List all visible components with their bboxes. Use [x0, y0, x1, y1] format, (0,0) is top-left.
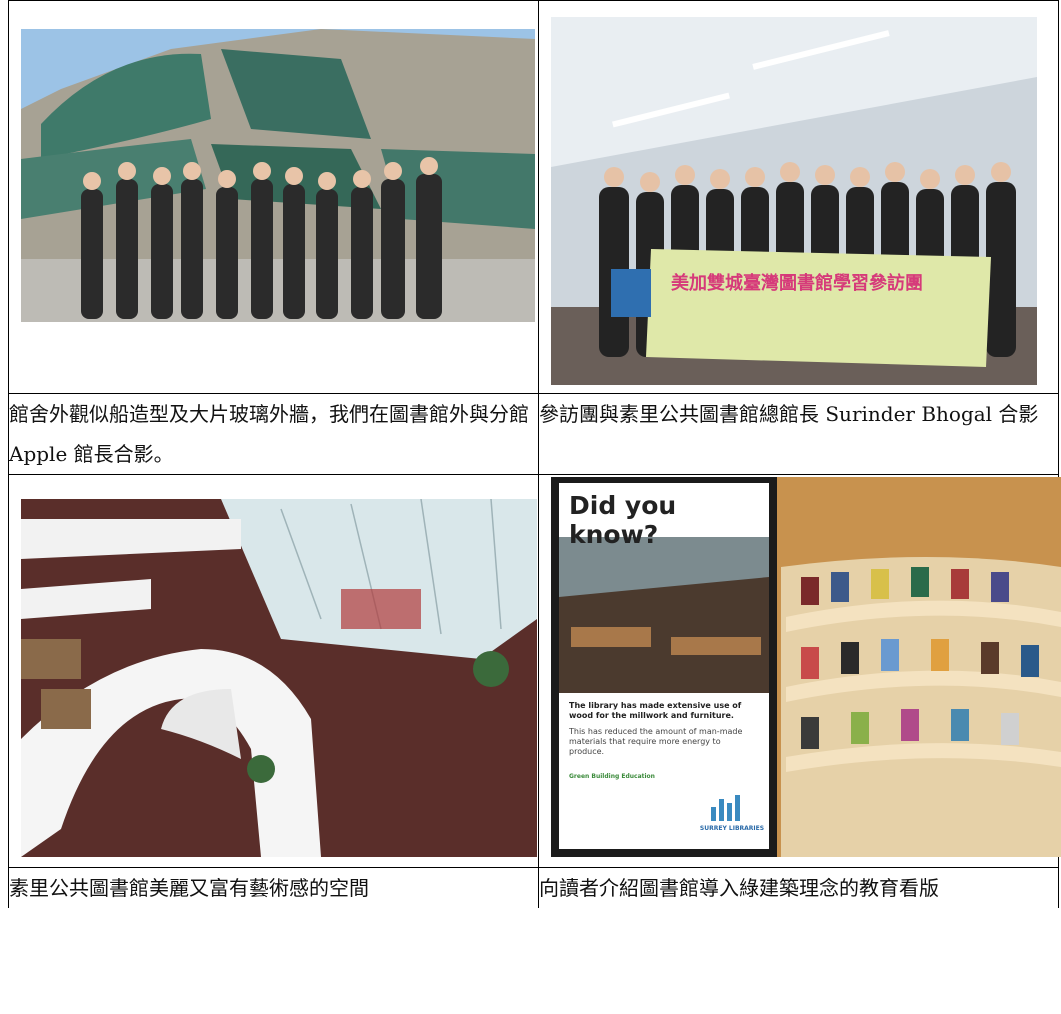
caption-3: 素里公共圖書館美麗又富有藝術感的空間 — [9, 876, 369, 900]
library-atrium-image — [21, 499, 537, 857]
caption-1: 館舍外觀似船造型及大片玻璃外牆，我們在圖書館外與分館 Apple 館長合影。 — [9, 402, 529, 466]
group-photo-outside-library-image — [21, 29, 535, 322]
photo-cell-1 — [8, 0, 539, 394]
caption-2: 參訪團與素里公共圖書館總館長 Surinder Bhogal 合影 — [539, 402, 1039, 426]
photo-cell-3 — [8, 474, 539, 868]
group-photo-with-banner-image: 美加雙城臺灣圖書館學習參訪團 — [551, 17, 1037, 385]
caption-cell-1: 館舍外觀似船造型及大片玻璃外牆，我們在圖書館外與分館 Apple 館長合影。 — [8, 393, 539, 475]
caption-4: 向讀者介紹圖書館導入綠建築理念的教育看版 — [539, 876, 939, 900]
sign-footer: Green Building Education — [569, 773, 655, 780]
photo-cell-4: Did you know? The library has made exten… — [538, 474, 1061, 868]
caption-cell-4: 向讀者介紹圖書館導入綠建築理念的教育看版 — [538, 867, 1059, 908]
surrey-libraries-logo: SURREY LIBRARIES — [699, 825, 765, 832]
sign-text-1: The library has made extensive use of wo… — [569, 701, 742, 720]
sign-heading: Did you know? — [569, 491, 677, 549]
photo-table: 美加雙城臺灣圖書館學習參訪團 館舍外觀似船造型及大片玻璃外牆，我們在圖書館外與分… — [8, 0, 1061, 908]
caption-cell-3: 素里公共圖書館美麗又富有藝術感的空間 — [8, 867, 539, 908]
photo-cell-2: 美加雙城臺灣圖書館學習參訪團 — [538, 0, 1059, 394]
green-building-sign-image: Did you know? The library has made exten… — [551, 477, 1061, 857]
caption-cell-2: 參訪團與素里公共圖書館總館長 Surinder Bhogal 合影 — [538, 393, 1059, 475]
banner-text: 美加雙城臺灣圖書館學習參訪團 — [671, 272, 923, 294]
sign-text-2: This has reduced the amount of man-made … — [569, 727, 743, 756]
